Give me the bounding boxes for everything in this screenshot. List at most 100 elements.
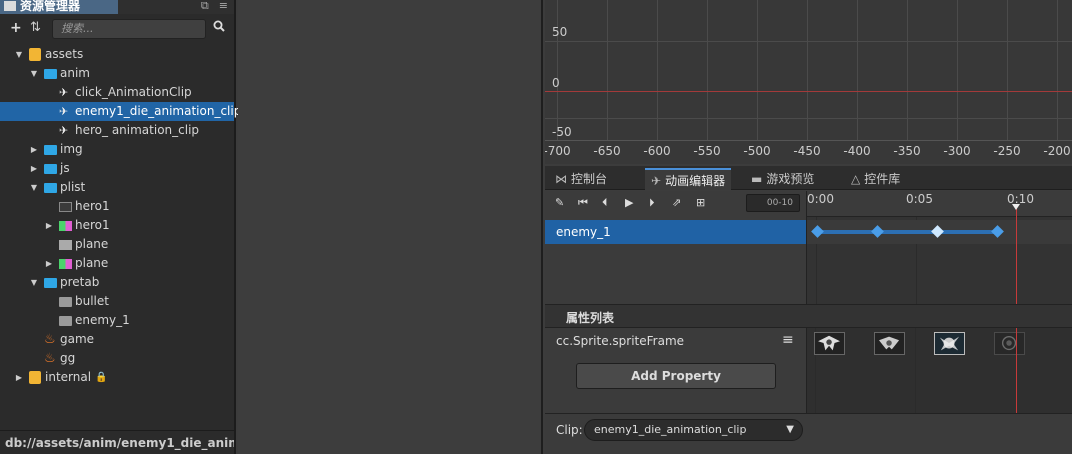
asset-tree: ▼ assets ▼ anim ✈ click_AnimationClip ✈ enemy1_… bbox=[0, 45, 241, 387]
tree-item-js[interactable]: ▶ js bbox=[0, 159, 234, 178]
frame-input[interactable]: 00-10 bbox=[746, 194, 800, 212]
assets-tab[interactable]: 资源管理器 bbox=[0, 0, 118, 14]
property-list: cc.Sprite.spriteFrame ≡ Add Property bbox=[545, 328, 806, 413]
collapsed-arrow-icon[interactable]: ▶ bbox=[14, 368, 24, 387]
x-axis-label: -650 bbox=[593, 144, 621, 158]
curve-view[interactable]: 50 0 -50 -700 -650 -600 -550 -500 -450 -400 -35… bbox=[545, 0, 1072, 164]
grid-line bbox=[707, 0, 708, 140]
tree-item-assets[interactable]: ▼ assets bbox=[0, 45, 234, 64]
x-axis-label: -350 bbox=[893, 144, 921, 158]
tree-item-plane[interactable]: plane bbox=[0, 235, 234, 254]
first-frame-icon[interactable]: ⏮ bbox=[578, 196, 588, 210]
x-axis-label: -300 bbox=[943, 144, 971, 158]
tree-item-hero1[interactable]: ▶ hero1 bbox=[0, 216, 234, 235]
tree-item-label: gg bbox=[60, 351, 76, 365]
time-ruler[interactable]: 0:00 0:05 0:10 bbox=[807, 191, 1072, 217]
sprite-frame-track[interactable] bbox=[807, 328, 1072, 413]
node-row[interactable]: enemy_1 bbox=[545, 220, 806, 244]
tab-widget-library[interactable]: △ 控件库 bbox=[845, 168, 906, 190]
grid-line bbox=[545, 118, 1072, 119]
tree-item-enemy-1[interactable]: enemy_1 bbox=[0, 311, 234, 330]
tree-item-click-animationclip[interactable]: ✈ click_AnimationClip bbox=[0, 83, 234, 102]
zero-line bbox=[545, 91, 1072, 92]
sprite-frame-thumbnail[interactable] bbox=[874, 332, 905, 355]
y-axis-label: 0 bbox=[552, 76, 560, 90]
tree-item-plane[interactable]: ▶ plane bbox=[0, 254, 234, 273]
tree-item-img[interactable]: ▶ img bbox=[0, 140, 234, 159]
clip-label: Clip: bbox=[556, 423, 583, 437]
tab-label: 控件库 bbox=[864, 172, 901, 186]
grid-line bbox=[657, 0, 658, 140]
tab-game-preview[interactable]: ▬ 游戏预览 bbox=[745, 168, 820, 190]
preview-icon: ▬ bbox=[751, 172, 763, 186]
grid-line bbox=[807, 0, 808, 140]
tree-item-hero-animation-clip[interactable]: ✈ hero_ animation_clip bbox=[0, 121, 234, 140]
collapsed-arrow-icon[interactable]: ▶ bbox=[29, 140, 39, 159]
add-event-icon[interactable]: ⇗ bbox=[672, 196, 681, 209]
collapsed-arrow-icon[interactable]: ▶ bbox=[29, 159, 39, 178]
grid-line bbox=[1007, 0, 1008, 140]
tree-item-bullet[interactable]: bullet bbox=[0, 292, 234, 311]
folder-icon bbox=[44, 183, 57, 193]
grid-line bbox=[607, 0, 608, 140]
property-name[interactable]: cc.Sprite.spriteFrame bbox=[556, 334, 684, 348]
property-menu-icon[interactable]: ≡ bbox=[782, 332, 794, 348]
menu-icon[interactable]: ≡ bbox=[219, 0, 228, 12]
x-axis: -700 -650 -600 -550 -500 -450 -400 -350 -300 -250… bbox=[545, 140, 1072, 164]
play-icon[interactable]: ▶ bbox=[625, 196, 633, 209]
tree-item-label: plist bbox=[60, 180, 86, 194]
tab-console[interactable]: ⋈ 控制台 bbox=[549, 168, 613, 190]
tree-item-hero1[interactable]: hero1 bbox=[0, 197, 234, 216]
keyframe[interactable] bbox=[991, 225, 1004, 238]
playhead-handle[interactable] bbox=[1012, 204, 1020, 210]
tree-item-label: hero_ animation_clip bbox=[75, 123, 200, 137]
tab-animation-editor[interactable]: ✈ 动画编辑器 bbox=[645, 168, 732, 190]
next-frame-icon[interactable]: ⏵ bbox=[649, 196, 655, 210]
keyframe[interactable] bbox=[931, 225, 944, 238]
expanded-arrow-icon[interactable]: ▼ bbox=[29, 178, 39, 197]
animation-clip-icon: ✈ bbox=[59, 124, 69, 137]
collapsed-arrow-icon[interactable]: ▶ bbox=[44, 216, 54, 235]
popout-icon[interactable]: ⧉ bbox=[201, 0, 209, 12]
tree-item-pretab[interactable]: ▼ pretab bbox=[0, 273, 234, 292]
add-asset-button[interactable]: + bbox=[10, 20, 22, 36]
edit-mode-icon[interactable]: ✎ bbox=[555, 196, 564, 209]
assets-panel-icon bbox=[4, 1, 16, 11]
folder-icon bbox=[44, 69, 57, 79]
time-label: 0:00 bbox=[807, 192, 834, 206]
animation-editor: ✎ ⏮ ⏴ ▶ ⏵ ⇗ ⊞ 00-10 0:00 0:05 0:10 enemy… bbox=[545, 191, 1072, 454]
folder-icon bbox=[44, 278, 57, 288]
tree-item-label: js bbox=[60, 161, 70, 175]
x-axis-label: -450 bbox=[793, 144, 821, 158]
keyframe[interactable] bbox=[811, 225, 824, 238]
assets-header-buttons: ⧉ ≡ bbox=[191, 0, 228, 14]
collapsed-arrow-icon[interactable]: ▶ bbox=[44, 254, 54, 273]
sprite-frame-thumbnail[interactable] bbox=[994, 332, 1025, 355]
search-input[interactable]: 搜索... bbox=[52, 19, 206, 39]
sprite-frame-thumbnail[interactable] bbox=[814, 332, 845, 355]
tree-item-enemy1-die-animation-clip[interactable]: ✈ enemy1_die_animation_clip bbox=[0, 102, 241, 121]
expanded-arrow-icon[interactable]: ▼ bbox=[14, 45, 24, 64]
sprite-frame-thumbnail[interactable] bbox=[934, 332, 965, 355]
sort-icon[interactable]: ⇅ bbox=[30, 20, 41, 35]
add-property-button[interactable]: Add Property bbox=[576, 363, 776, 389]
tree-item-plist[interactable]: ▼ plist bbox=[0, 178, 234, 197]
scene-area bbox=[238, 0, 543, 454]
expanded-arrow-icon[interactable]: ▼ bbox=[29, 64, 39, 83]
tree-item-label: bullet bbox=[75, 294, 109, 308]
animation-clip-icon: ✈ bbox=[59, 86, 69, 99]
tree-item-gg[interactable]: ♨ gg bbox=[0, 349, 234, 368]
clip-select[interactable]: enemy1_die_animation_clip ▼ bbox=[584, 419, 803, 441]
assets-title: 资源管理器 bbox=[20, 0, 81, 13]
tree-item-game[interactable]: ♨ game bbox=[0, 330, 234, 349]
tree-item-internal[interactable]: ▶ internal 🔒 bbox=[0, 368, 234, 387]
expanded-arrow-icon[interactable]: ▼ bbox=[29, 273, 39, 292]
prev-frame-icon[interactable]: ⏴ bbox=[602, 196, 608, 210]
keyframe-track[interactable] bbox=[807, 220, 1072, 244]
tree-item-anim[interactable]: ▼ anim bbox=[0, 64, 234, 83]
add-key-icon[interactable]: ⊞ bbox=[696, 196, 705, 209]
keyframe[interactable] bbox=[871, 225, 884, 238]
sprite-frame-icon bbox=[59, 202, 72, 212]
search-icon[interactable] bbox=[213, 20, 225, 36]
grid-line bbox=[857, 0, 858, 140]
